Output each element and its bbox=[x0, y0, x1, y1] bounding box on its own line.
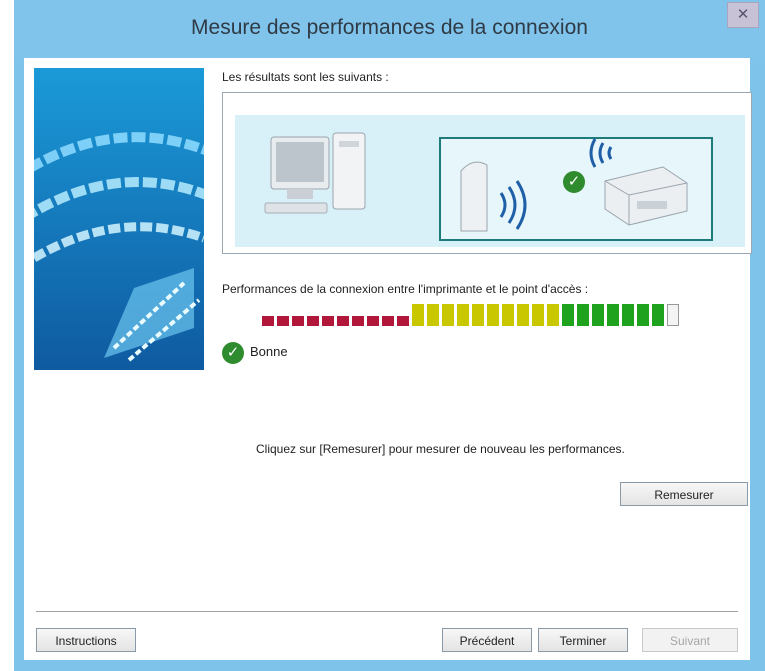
results-label: Les résultats sont les suivants : bbox=[222, 70, 389, 84]
remeasure-button[interactable]: Remesurer bbox=[620, 482, 748, 506]
window-title: Mesure des performances de la connexion bbox=[191, 16, 588, 39]
meter-segment bbox=[502, 304, 514, 326]
meter-segment bbox=[442, 304, 454, 326]
meter-segment bbox=[367, 316, 379, 326]
connection-ok-check-icon: ✓ bbox=[563, 171, 585, 193]
meter-segment bbox=[517, 304, 529, 326]
footer-divider bbox=[36, 611, 738, 612]
wireless-waves-icon bbox=[34, 68, 204, 370]
connection-illustration: ✓ bbox=[222, 92, 752, 254]
meter-segment bbox=[352, 316, 364, 326]
meter-segment bbox=[292, 316, 304, 326]
meter-segment bbox=[667, 304, 679, 326]
meter-segment bbox=[277, 316, 289, 326]
dialog-window: Mesure des performances de la connexion … bbox=[14, 0, 765, 671]
meter-segment bbox=[487, 304, 499, 326]
close-button[interactable]: ✕ bbox=[727, 2, 759, 28]
access-point-icon bbox=[460, 161, 527, 232]
meter-segment bbox=[472, 304, 484, 326]
meter-segment bbox=[592, 304, 604, 326]
dialog-content: Les résultats sont les suivants : ✓ Perf… bbox=[24, 58, 752, 660]
instructions-button[interactable]: Instructions bbox=[36, 628, 136, 652]
meter-segment bbox=[622, 304, 634, 326]
meter-segment bbox=[337, 316, 349, 326]
computer-icon bbox=[264, 132, 366, 214]
previous-button[interactable]: Précédent bbox=[442, 628, 532, 652]
meter-segment bbox=[532, 304, 544, 326]
printer-icon bbox=[589, 138, 688, 226]
meter-segment bbox=[427, 304, 439, 326]
meter-segment bbox=[607, 304, 619, 326]
meter-segment bbox=[322, 316, 334, 326]
check-icon: ✓ bbox=[222, 342, 244, 364]
finish-button[interactable]: Terminer bbox=[538, 628, 628, 652]
meter-segment bbox=[262, 316, 274, 326]
meter-segment bbox=[637, 304, 649, 326]
meter-segment bbox=[382, 316, 394, 326]
meter-segment bbox=[412, 304, 424, 326]
meter-segment bbox=[547, 304, 559, 326]
performance-status: Bonne bbox=[250, 344, 288, 359]
meter-segment bbox=[397, 316, 409, 326]
performance-label: Performances de la connexion entre l'imp… bbox=[222, 282, 589, 296]
meter-segment bbox=[577, 304, 589, 326]
title-bar: Mesure des performances de la connexion … bbox=[14, 0, 765, 58]
meter-segment bbox=[652, 304, 664, 326]
meter-segment bbox=[307, 316, 319, 326]
wireless-banner-image bbox=[34, 68, 204, 370]
meter-segment bbox=[562, 304, 574, 326]
meter-segment bbox=[457, 304, 469, 326]
next-button: Suivant bbox=[642, 628, 738, 652]
remeasure-instruction-text: Cliquez sur [Remesurer] pour mesurer de … bbox=[256, 442, 625, 456]
signal-strength-meter bbox=[262, 304, 682, 326]
